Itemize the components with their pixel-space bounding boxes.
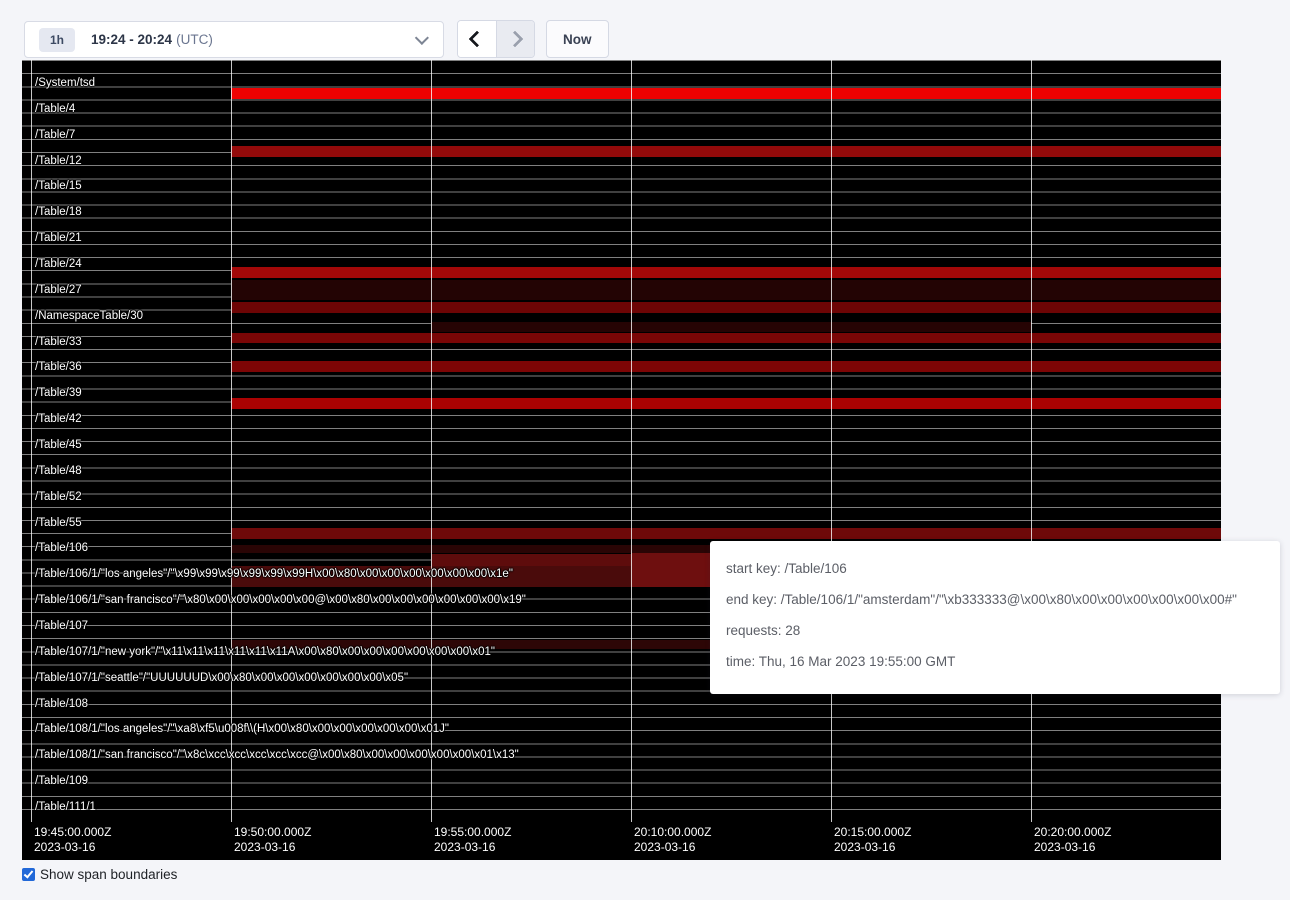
span-key-label: /NamespaceTable/30 (35, 308, 143, 324)
x-axis-tick-label: 20:10:00.000Z2023-03-16 (634, 825, 711, 855)
span-key-label: /Table/108/1/"los angeles"/"\xa8\xf5\u00… (35, 721, 449, 737)
heat-band[interactable] (231, 333, 1221, 343)
span-key-label: /Table/39 (35, 385, 82, 401)
heatmap-grid[interactable]: /System/tsd/Table/4/Table/7/Table/12/Tab… (22, 60, 1221, 822)
key-visualizer-page: 1h 19:24 - 20:24 (UTC) Now /System/tsd/T… (0, 0, 1290, 900)
span-key-label: /Table/106 (35, 540, 88, 556)
span-key-label: /Table/106/1/"san francisco"/"\x80\x00\x… (35, 592, 526, 608)
span-key-label: /Table/27 (35, 282, 82, 298)
heat-band[interactable] (231, 398, 1221, 409)
span-key-label: /Table/42 (35, 411, 82, 427)
span-key-label: /Table/45 (35, 437, 82, 453)
next-time-button-disabled[interactable] (496, 21, 535, 57)
span-key-label: /Table/18 (35, 204, 82, 220)
span-key-label: /Table/15 (35, 178, 82, 194)
time-range-duration-badge: 1h (39, 28, 75, 52)
time-gridline (1031, 60, 1032, 822)
x-axis-tick-label: 19:50:00.000Z2023-03-16 (234, 825, 311, 855)
time-gridline (631, 60, 632, 822)
chevron-down-icon (415, 30, 429, 44)
span-key-label: /Table/4 (35, 101, 75, 117)
x-axis-tick-label: 20:20:00.000Z2023-03-16 (1034, 825, 1111, 855)
x-axis-tick-label: 20:15:00.000Z2023-03-16 (834, 825, 911, 855)
span-key-label: /Table/106/1/"los angeles"/"\x99\x99\x99… (35, 566, 513, 582)
span-key-label: /Table/7 (35, 127, 75, 143)
time-gridline (431, 60, 432, 822)
chevron-left-icon (468, 31, 485, 48)
prev-time-button[interactable] (458, 21, 496, 57)
span-key-label: /Table/109 (35, 773, 88, 789)
tooltip-end-key: end key: /Table/106/1/"amsterdam"/"\xb33… (726, 592, 1264, 607)
span-key-label: /Table/52 (35, 489, 82, 505)
tooltip-requests: requests: 28 (726, 623, 1264, 638)
now-button[interactable]: Now (546, 20, 609, 58)
heat-band[interactable] (431, 322, 1031, 332)
span-key-label: /Table/108/1/"san francisco"/"\x8c\xcc\x… (35, 747, 519, 763)
time-nav-group (457, 20, 535, 58)
heatmap-x-axis: 19:45:00.000Z2023-03-16 19:50:00.000Z2023… (22, 822, 1221, 860)
heat-band[interactable] (231, 88, 1221, 99)
time-range-label: 19:24 - 20:24 (91, 32, 172, 47)
span-key-label: /Table/21 (35, 230, 82, 246)
time-gridline (31, 60, 32, 822)
heat-band[interactable] (231, 146, 1221, 157)
heat-band[interactable] (231, 280, 1221, 300)
heat-band[interactable] (431, 554, 631, 566)
span-key-label: /Table/107/1/"new york"/"\x11\x11\x11\x1… (35, 644, 495, 660)
chevron-right-icon (507, 31, 524, 48)
span-key-label: /System/tsd (35, 75, 95, 91)
time-range-select[interactable]: 1h 19:24 - 20:24 (UTC) (24, 21, 444, 58)
show-span-boundaries-control[interactable]: Show span boundaries (22, 867, 177, 882)
key-visualizer-heatmap[interactable]: /System/tsd/Table/4/Table/7/Table/12/Tab… (22, 60, 1221, 860)
time-gridline (831, 60, 832, 822)
heat-band[interactable] (231, 361, 1221, 372)
heat-band[interactable] (231, 528, 1221, 539)
tooltip-start-key: start key: /Table/106 (726, 561, 1264, 576)
span-key-label: /Table/111/1 (35, 799, 96, 815)
span-key-label: /Table/12 (35, 153, 82, 169)
span-key-label: /Table/24 (35, 256, 82, 272)
span-key-label: /Table/36 (35, 359, 82, 375)
heat-band[interactable] (231, 302, 1221, 313)
show-span-boundaries-checkbox[interactable] (22, 868, 35, 881)
x-axis-tick-label: 19:45:00.000Z2023-03-16 (34, 825, 111, 855)
span-key-label: /Table/55 (35, 515, 82, 531)
span-key-label: /Table/108 (35, 696, 88, 712)
show-span-boundaries-label: Show span boundaries (40, 867, 177, 882)
heatmap-tooltip: start key: /Table/106 end key: /Table/10… (710, 541, 1280, 694)
span-key-label: /Table/107/1/"seattle"/"UUUUUUD\x00\x80\… (35, 670, 408, 686)
span-key-label: /Table/33 (35, 334, 82, 350)
time-range-timezone: (UTC) (176, 32, 213, 47)
x-axis-tick-label: 19:55:00.000Z2023-03-16 (434, 825, 511, 855)
tooltip-time: time: Thu, 16 Mar 2023 19:55:00 GMT (726, 654, 1264, 669)
time-gridline (231, 60, 232, 822)
span-key-label: /Table/48 (35, 463, 82, 479)
span-key-label: /Table/107 (35, 618, 88, 634)
heat-band[interactable] (231, 267, 1221, 278)
